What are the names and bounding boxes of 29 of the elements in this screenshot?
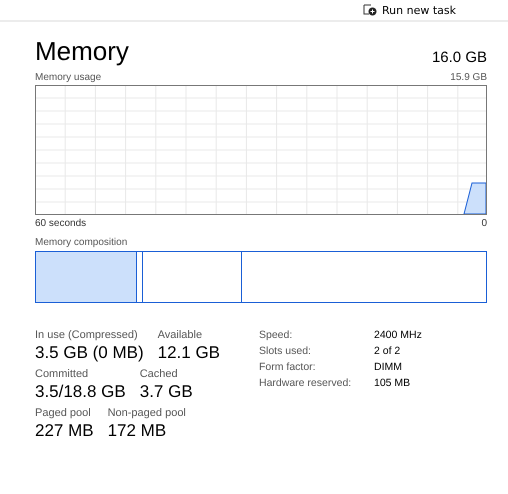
stat-value: 12.1 GB bbox=[158, 343, 220, 363]
stat-value: 3.5 GB (0 MB) bbox=[35, 343, 144, 363]
stat-label: Committed bbox=[35, 368, 90, 380]
composition-label: Memory composition bbox=[35, 237, 128, 248]
time-axis-end: 0 bbox=[481, 218, 487, 229]
time-axis-start: 60 seconds bbox=[35, 218, 86, 229]
stat-label: In use (Compressed) bbox=[35, 329, 139, 341]
page-title: Memory bbox=[35, 36, 129, 66]
stat-label: Cached bbox=[140, 368, 179, 380]
stat-value: 227 MB bbox=[35, 421, 94, 441]
detail-label: Slots used: bbox=[259, 345, 312, 357]
detail-value: 105 MB bbox=[374, 377, 412, 389]
run-new-task-button[interactable]: Run new task bbox=[359, 4, 460, 16]
graph-label: Memory usage bbox=[35, 72, 102, 83]
detail-label: Form factor: bbox=[259, 361, 317, 373]
stat-label: Available bbox=[158, 329, 204, 341]
stat-value: 3.5/18.8 GB bbox=[35, 382, 126, 402]
stat-value: 172 MB bbox=[108, 421, 168, 441]
stat-value: 3.7 GB bbox=[140, 382, 193, 402]
graph-max-label: 15.9 GB bbox=[450, 72, 487, 83]
stat-label: Paged pool bbox=[35, 407, 92, 419]
detail-value: DIMM bbox=[374, 361, 403, 373]
detail-label: Hardware reserved: bbox=[259, 377, 352, 389]
total-memory: 16.0 GB bbox=[432, 49, 487, 66]
detail-value: 2400 MHz bbox=[374, 329, 422, 341]
stat-label: Non-paged pool bbox=[108, 407, 186, 419]
detail-label: Speed: bbox=[259, 329, 294, 341]
new-task-icon bbox=[363, 4, 378, 16]
detail-value: 2 of 2 bbox=[374, 345, 402, 357]
